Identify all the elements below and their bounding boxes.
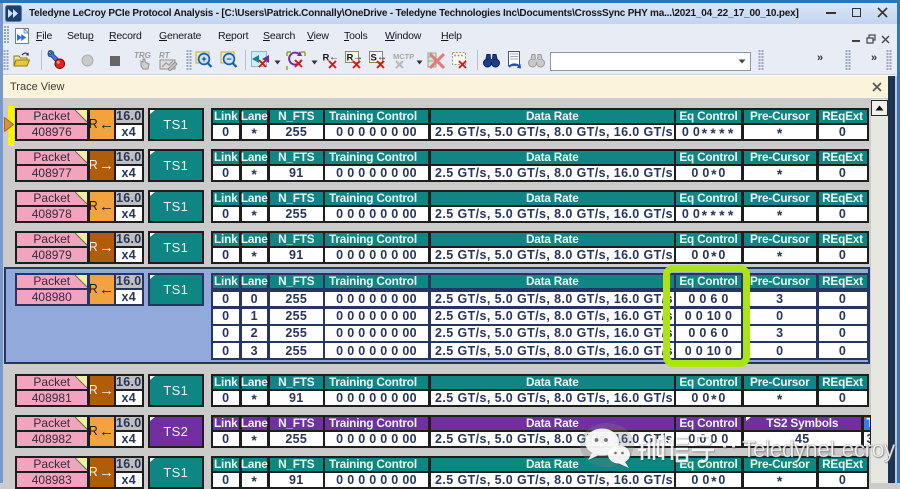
svg-text:+: +	[201, 54, 206, 64]
svg-text:S: S	[371, 53, 377, 64]
svg-text:MCTP: MCTP	[393, 52, 414, 61]
svg-text:RT: RT	[159, 51, 171, 60]
svg-text:TeledyneLecroy: TeledyneLecroy	[742, 436, 896, 462]
svg-text:TRG: TRG	[134, 51, 151, 60]
svg-text:−: −	[226, 54, 231, 64]
